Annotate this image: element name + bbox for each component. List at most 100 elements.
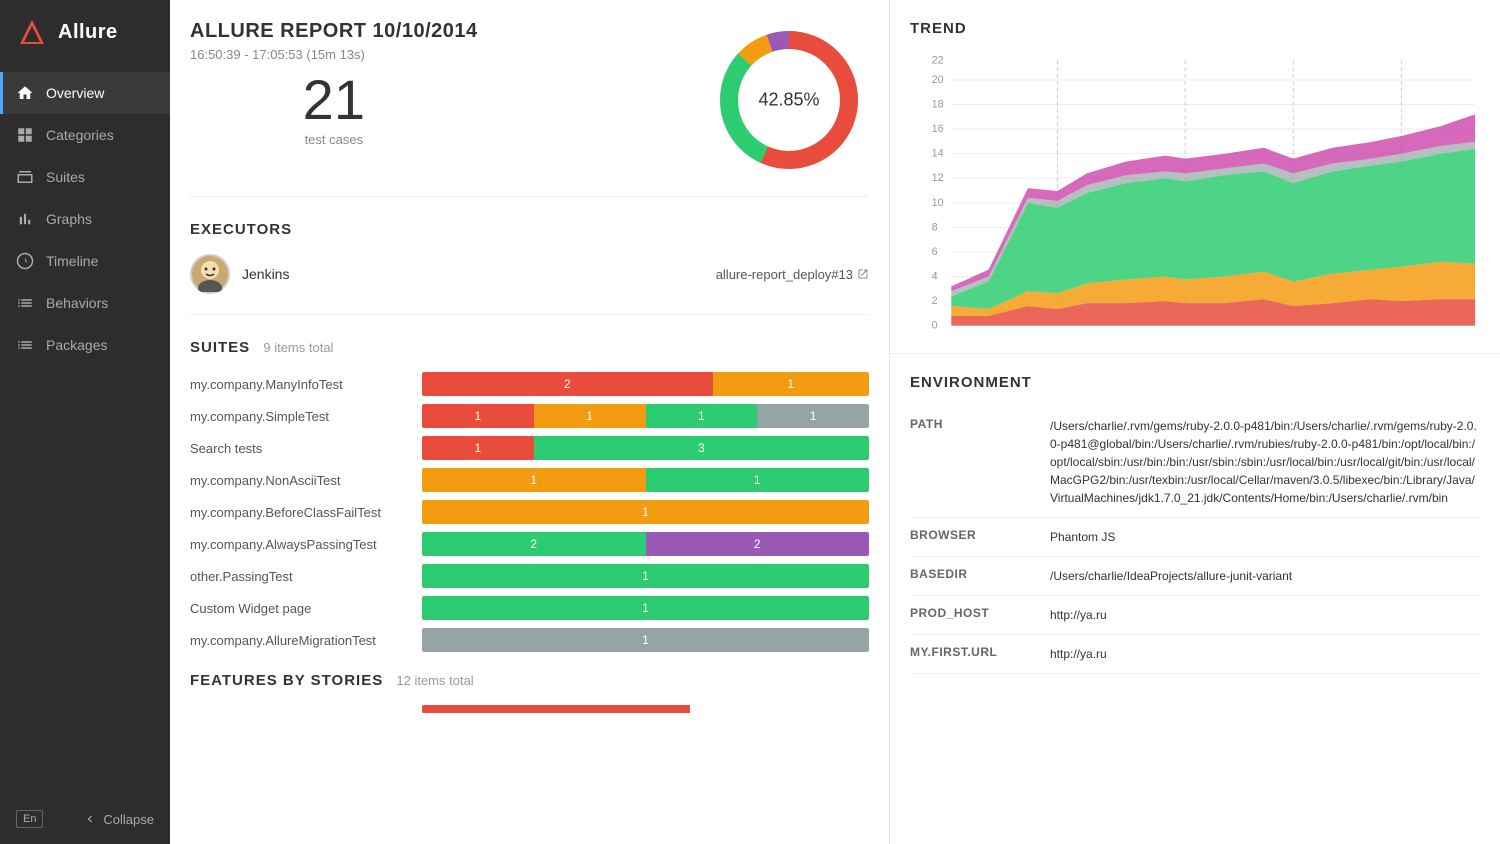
report-subtitle: 16:50:39 - 17:05:53 (15m 13s) (190, 47, 478, 62)
feature-bar (422, 705, 869, 713)
report-title: ALLURE REPORT 10/10/2014 (190, 20, 478, 43)
svg-text:2: 2 (932, 295, 938, 307)
bar-segment-yellow: 1 (422, 500, 869, 524)
bar-segment-red: 1 (422, 436, 534, 460)
svg-text:18: 18 (932, 99, 944, 111)
sidebar-item-suites[interactable]: Suites (0, 156, 170, 198)
bar-segment-green: 1 (422, 596, 869, 620)
sidebar-header: Allure (0, 0, 170, 64)
suite-bar: 2 2 (422, 532, 869, 556)
svg-text:12: 12 (932, 172, 944, 184)
env-key: BROWSER (910, 528, 1030, 546)
sidebar-item-behaviors[interactable]: Behaviors (0, 282, 170, 324)
bar-segment-green: 2 (422, 532, 646, 556)
executors-title: EXECUTORS (190, 221, 869, 238)
svg-text:16: 16 (932, 123, 944, 135)
suite-bar: 1 3 (422, 436, 869, 460)
packages-icon (16, 336, 34, 354)
trend-svg: 0 2 4 6 8 10 12 14 16 18 20 22 (910, 53, 1480, 333)
suite-name[interactable]: my.company.AlwaysPassingTest (190, 537, 410, 552)
trend-chart: 0 2 4 6 8 10 12 14 16 18 20 22 (910, 53, 1480, 333)
suites-subtitle: 9 items total (263, 340, 333, 355)
bar-segment-purple: 2 (646, 532, 870, 556)
suite-name[interactable]: my.company.NonAsciiTest (190, 473, 410, 488)
env-row-browser: BROWSER Phantom JS (910, 518, 1480, 557)
executor-avatar (190, 254, 230, 294)
test-count-number: 21 (190, 72, 478, 128)
suite-name[interactable]: my.company.ManyInfoTest (190, 377, 410, 392)
allure-logo-icon (16, 16, 48, 48)
test-count-label: test cases (190, 132, 478, 147)
suite-row: other.PassingTest 1 (190, 564, 869, 588)
suite-name[interactable]: Search tests (190, 441, 410, 456)
chevron-left-icon (83, 812, 97, 826)
suite-bar: 2 1 (422, 372, 869, 396)
executor-row: Jenkins allure-report_deploy#13 (190, 254, 869, 294)
environment-title: ENVIRONMENT (910, 374, 1480, 391)
bar-segment-green: 3 (534, 436, 869, 460)
executor-info: Jenkins (190, 254, 289, 294)
env-row-basedir: BASEDIR /Users/charlie/IdeaProjects/allu… (910, 557, 1480, 596)
donut-percent-label: 42.85% (758, 90, 819, 111)
suite-row: my.company.BeforeClassFailTest 1 (190, 500, 869, 524)
suite-name[interactable]: Custom Widget page (190, 601, 410, 616)
suite-name[interactable]: my.company.BeforeClassFailTest (190, 505, 410, 520)
timeline-icon (16, 252, 34, 270)
env-value: http://ya.ru (1050, 606, 1107, 624)
suite-bar: 1 1 (422, 468, 869, 492)
bar-segment-yellow: 1 (422, 468, 646, 492)
svg-text:20: 20 (932, 74, 944, 86)
report-header: ALLURE REPORT 10/10/2014 16:50:39 - 17:0… (190, 20, 869, 197)
env-value: /Users/charlie/.rvm/gems/ruby-2.0.0-p481… (1050, 417, 1480, 507)
trend-title: TREND (910, 20, 1480, 37)
bar-segment-gray: 1 (757, 404, 869, 428)
executors-section: EXECUTORS (190, 221, 869, 315)
sidebar-item-packages[interactable]: Packages (0, 324, 170, 366)
suite-row: my.company.SimpleTest 1 1 1 1 (190, 404, 869, 428)
test-count-block: 21 test cases (190, 72, 478, 147)
suite-bar: 1 (422, 596, 869, 620)
env-key: PROD_HOST (910, 606, 1030, 624)
features-title: FEATURES BY STORIES 12 items total (190, 672, 869, 689)
svg-text:14: 14 (932, 148, 944, 160)
suite-row: my.company.ManyInfoTest 2 1 (190, 372, 869, 396)
svg-text:22: 22 (932, 54, 944, 66)
categories-icon (16, 126, 34, 144)
content-area: ALLURE REPORT 10/10/2014 16:50:39 - 17:0… (170, 0, 1500, 844)
features-subtitle: 12 items total (396, 673, 473, 688)
language-badge[interactable]: En (16, 810, 43, 828)
suite-row: my.company.NonAsciiTest 1 1 (190, 468, 869, 492)
sidebar-item-overview[interactable]: Overview (0, 72, 170, 114)
env-key: BASEDIR (910, 567, 1030, 585)
suite-row: my.company.AlwaysPassingTest 2 2 (190, 532, 869, 556)
sidebar-item-timeline[interactable]: Timeline (0, 240, 170, 282)
env-value: Phantom JS (1050, 528, 1115, 546)
external-link-icon (857, 268, 869, 280)
collapse-button[interactable]: Collapse (83, 812, 154, 827)
donut-chart: 42.85% (709, 20, 869, 180)
nav-items: Overview Categories Suites Graphs T (0, 64, 170, 794)
feature-bar-red (422, 705, 690, 713)
suite-name[interactable]: other.PassingTest (190, 569, 410, 584)
svg-text:6: 6 (932, 246, 938, 258)
env-row-path: PATH /Users/charlie/.rvm/gems/ruby-2.0.0… (910, 407, 1480, 518)
executor-link[interactable]: allure-report_deploy#13 (716, 267, 869, 282)
sidebar-item-graphs[interactable]: Graphs (0, 198, 170, 240)
suite-name[interactable]: my.company.SimpleTest (190, 409, 410, 424)
suite-name[interactable]: my.company.AllureMigrationTest (190, 633, 410, 648)
graphs-icon (16, 210, 34, 228)
report-info: ALLURE REPORT 10/10/2014 16:50:39 - 17:0… (190, 20, 478, 147)
bar-segment-green: 1 (646, 404, 758, 428)
sidebar-item-categories[interactable]: Categories (0, 114, 170, 156)
env-value: /Users/charlie/IdeaProjects/allure-junit… (1050, 567, 1292, 585)
trend-section: TREND 0 2 4 6 8 10 12 14 16 18 20 (890, 0, 1500, 354)
behaviors-icon (16, 294, 34, 312)
jenkins-avatar-svg (192, 256, 228, 292)
environment-section: ENVIRONMENT PATH /Users/charlie/.rvm/gem… (890, 354, 1500, 694)
suite-row: Custom Widget page 1 (190, 596, 869, 620)
feature-row (190, 705, 869, 713)
features-section: FEATURES BY STORIES 12 items total (190, 672, 869, 713)
bar-segment-yellow: 1 (713, 372, 869, 396)
svg-text:10: 10 (932, 197, 944, 209)
suite-row: Search tests 1 3 (190, 436, 869, 460)
